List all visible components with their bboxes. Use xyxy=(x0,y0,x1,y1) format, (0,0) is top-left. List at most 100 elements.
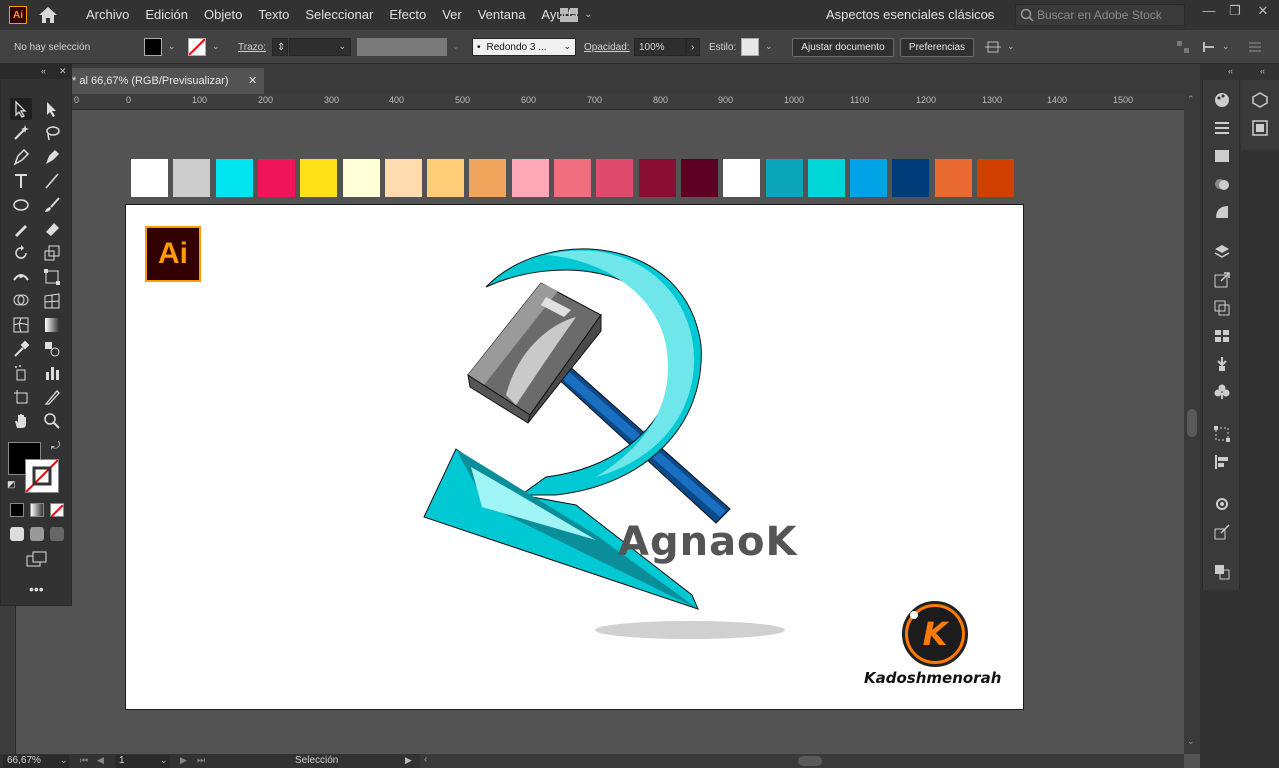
opacity-arrow-icon[interactable]: › xyxy=(686,38,700,56)
minimize-icon[interactable]: — xyxy=(1198,3,1220,23)
prev-artboard-icon[interactable]: ◀ xyxy=(97,755,104,766)
magic-wand-tool[interactable] xyxy=(10,122,32,144)
first-artboard-icon[interactable]: ⏮ xyxy=(80,755,88,766)
transform-icon[interactable] xyxy=(1202,40,1216,54)
home-icon[interactable] xyxy=(38,6,58,24)
width-tool[interactable] xyxy=(10,266,32,288)
zoom-tool[interactable] xyxy=(41,410,63,432)
tab-close-icon[interactable]: ✕ xyxy=(248,74,257,87)
color-swatch[interactable] xyxy=(638,159,676,197)
workspace-chevron-icon[interactable]: ⌄ xyxy=(985,9,993,20)
status-arrow-icon[interactable]: ▶ xyxy=(405,755,412,766)
column-graph-tool[interactable] xyxy=(41,362,63,384)
gradient-tool[interactable] xyxy=(41,314,63,336)
arrange-icon[interactable] xyxy=(985,39,1001,55)
properties-panel-icon[interactable] xyxy=(1249,118,1271,138)
next-artboard-icon[interactable]: ▶ xyxy=(180,755,187,766)
color-swatch[interactable] xyxy=(807,159,845,197)
panel-menu-icon[interactable] xyxy=(1248,40,1262,54)
restore-icon[interactable]: ❐ xyxy=(1224,3,1246,23)
color-swatch[interactable] xyxy=(680,159,718,197)
scroll-down-icon[interactable]: ⌄ xyxy=(1187,736,1195,747)
shape-builder-tool[interactable] xyxy=(10,290,32,312)
dock-collapse-icon-2[interactable]: « xyxy=(1260,66,1265,76)
hand-tool[interactable] xyxy=(10,410,32,432)
cc-libraries-icon[interactable] xyxy=(1249,90,1271,110)
ellipse-tool[interactable] xyxy=(10,194,32,216)
export-panel-icon[interactable] xyxy=(1211,270,1233,290)
eyedropper-tool[interactable] xyxy=(10,338,32,360)
adjust-document-button[interactable]: Ajustar documento xyxy=(792,38,894,57)
color-swatch[interactable] xyxy=(892,159,930,197)
menu-ver[interactable]: Ver xyxy=(434,0,470,30)
paintbrush-tool[interactable] xyxy=(41,194,63,216)
color-swatch[interactable] xyxy=(850,159,888,197)
vertical-scroll-thumb[interactable] xyxy=(1187,409,1197,437)
none-mode-icon[interactable] xyxy=(50,503,64,518)
direct-selection-tool[interactable] xyxy=(41,98,63,120)
swap-colors-icon[interactable]: ⤾ xyxy=(51,440,60,453)
stroke-weight-dropdown[interactable]: ⌄ xyxy=(289,38,351,56)
brush-definition-dropdown[interactable]: • Redondo 3 ... ⌄ xyxy=(472,38,576,56)
blend-tool[interactable] xyxy=(41,338,63,360)
horizontal-ruler[interactable]: 0 0 100 200 300 400 500 600 700 800 900 … xyxy=(72,94,1184,110)
swatches-panel-icon[interactable] xyxy=(1211,118,1233,138)
menu-texto[interactable]: Texto xyxy=(250,0,297,30)
style-chevron-icon[interactable]: ⌄ xyxy=(765,41,773,52)
menu-efecto[interactable]: Efecto xyxy=(381,0,434,30)
color-swatch[interactable] xyxy=(342,159,380,197)
draw-behind-icon[interactable] xyxy=(30,527,44,541)
color-swatch[interactable] xyxy=(300,159,338,197)
close-icon[interactable]: ✕ xyxy=(1252,3,1274,23)
line-tool[interactable] xyxy=(41,170,63,192)
stroke-label[interactable]: Trazo: xyxy=(238,42,266,53)
graphic-style-swatch[interactable] xyxy=(741,38,759,56)
scroll-up-icon[interactable]: ⌃ xyxy=(1187,94,1195,105)
profile-chevron-icon[interactable]: ⌄ xyxy=(452,41,460,52)
screen-mode-icon[interactable] xyxy=(26,551,48,567)
last-artboard-icon[interactable]: ⏭ xyxy=(197,755,205,766)
pathfinder-panel-icon[interactable] xyxy=(1211,562,1233,582)
document-tab[interactable]: * al 66,67% (RGB/Previsualizar) ✕ xyxy=(72,68,264,94)
collapse-icon[interactable]: « xyxy=(41,66,46,76)
selection-tool[interactable] xyxy=(10,98,32,120)
color-swatch[interactable] xyxy=(511,159,549,197)
color-swatch[interactable] xyxy=(596,159,634,197)
color-swatch[interactable] xyxy=(384,159,422,197)
scroll-left-icon[interactable]: ‹ xyxy=(424,754,427,765)
color-panel-icon[interactable] xyxy=(1211,90,1233,110)
fill-swatch[interactable] xyxy=(144,38,162,56)
type-tool[interactable] xyxy=(10,170,32,192)
transparency-panel-icon[interactable] xyxy=(1211,202,1233,222)
artboards-panel-icon[interactable] xyxy=(1211,298,1233,318)
fill-chevron-icon[interactable]: ⌄ xyxy=(168,41,176,52)
align-icon[interactable] xyxy=(1176,40,1190,54)
lasso-tool[interactable] xyxy=(41,122,63,144)
transform-panel-icon[interactable] xyxy=(1211,424,1233,444)
eraser-tool[interactable] xyxy=(41,218,63,240)
horizontal-scrollbar[interactable]: ‹ xyxy=(420,754,1184,768)
menu-archivo[interactable]: Archivo xyxy=(78,0,137,30)
shaper-tool[interactable] xyxy=(10,218,32,240)
color-swatch[interactable] xyxy=(131,159,168,197)
stroke-chevron-icon[interactable]: ⌄ xyxy=(212,41,220,52)
rotate-tool[interactable] xyxy=(10,242,32,264)
symbol-sprayer-tool[interactable] xyxy=(10,362,32,384)
default-colors-icon[interactable]: ◩ xyxy=(7,479,16,490)
artboard-tool[interactable] xyxy=(10,386,32,408)
draw-inside-icon[interactable] xyxy=(50,527,64,541)
arrange-chevron-icon[interactable]: ⌄ xyxy=(584,9,592,20)
color-swatch[interactable] xyxy=(257,159,295,197)
slice-tool[interactable] xyxy=(41,386,63,408)
effects-panel-icon[interactable] xyxy=(1211,494,1233,514)
menu-edicion[interactable]: Edición xyxy=(137,0,196,30)
tools-panel-header[interactable]: « ✕ xyxy=(1,65,71,79)
mesh-tool[interactable] xyxy=(10,314,32,336)
variable-width-profile[interactable] xyxy=(357,38,447,56)
arrange-documents-icon[interactable] xyxy=(560,8,578,22)
color-swatch[interactable] xyxy=(427,159,465,197)
color-swatch[interactable] xyxy=(215,159,253,197)
opacity-label[interactable]: Opacidad: xyxy=(584,42,630,53)
vertical-scrollbar[interactable]: ⌃ ⌄ xyxy=(1184,94,1200,754)
appearance-panel-icon[interactable] xyxy=(1211,174,1233,194)
